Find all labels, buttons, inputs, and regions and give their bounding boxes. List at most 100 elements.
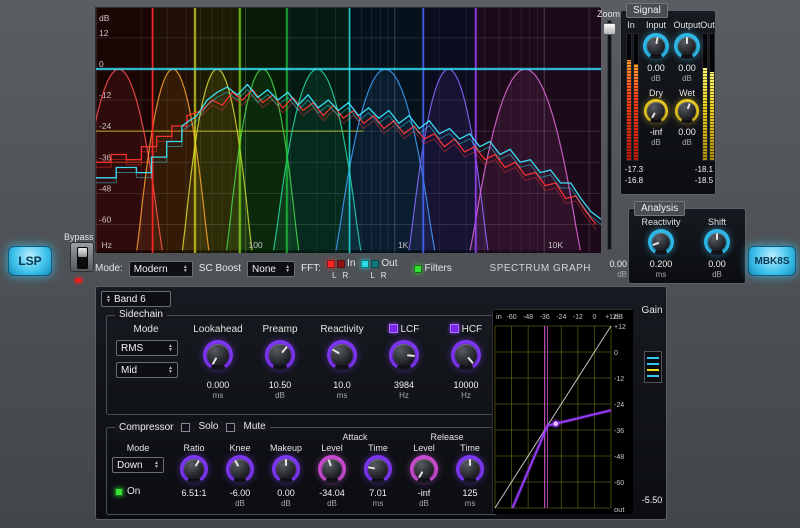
input-meter-left [626,33,632,161]
release-time-knob[interactable] [456,455,484,483]
solo-label: Solo [198,421,218,433]
svg-text:10K: 10K [548,240,563,250]
zoom-slider-handle[interactable] [603,23,616,35]
svg-text:-48: -48 [523,314,533,321]
svg-text:Hz: Hz [102,240,112,250]
input-meter-right [633,33,639,161]
knee-label: Knee [217,442,263,454]
bypass-led [75,278,82,283]
gain-fader-tick [647,357,659,359]
fft-in-left-led[interactable] [327,260,335,268]
band-selector[interactable]: ▲▼ Band 6 [101,291,171,307]
release-level-value: -infdB [401,488,447,508]
signal-panel-tab: Signal [626,3,668,18]
analysis-shift-label: Shift [691,216,743,228]
fft-out-group: Out L R [361,258,397,280]
band-gain-label: Gain [636,305,668,317]
preamp-value: 10.50dB [255,380,305,400]
compressor-group-label: Compressor Solo Mute [115,421,270,433]
compressor-on-label: On [127,486,140,498]
output-gain-value: 0.00dB [672,63,702,83]
compressor-group: Compressor Solo Mute Attack Release Mode… [106,427,498,515]
knee-knob[interactable] [226,455,254,483]
spinner-arrows-icon: ▲▼ [285,265,290,273]
analysis-panel: Analysis Reactivity Shift 0.200ms 0.00dB [628,208,746,284]
compressor-on-group: On [115,486,140,498]
spinner-arrows-icon: ▲▼ [154,461,159,469]
svg-text:-36: -36 [614,428,624,435]
compressor-mode-value: Down [117,460,143,471]
bypass-switch[interactable] [70,242,94,272]
ratio-value: 6.51:1 [171,488,217,499]
spinner-arrows-icon: ▲▼ [168,344,173,352]
sc-boost-select[interactable]: None ▲▼ [247,261,295,277]
fft-in-group: In L R [327,258,355,280]
hcf-value: 10000Hz [441,380,491,400]
compressor-mode-select[interactable]: Down ▲▼ [112,457,164,473]
dry-knob[interactable] [644,99,668,123]
release-level-knob[interactable] [410,455,438,483]
mode-label: Mode: [95,263,123,275]
analysis-reactivity-value: 0.200ms [641,259,681,279]
attack-time-value: 7.01ms [355,488,401,508]
analysis-panel-tab: Analysis [634,201,685,216]
filters-label: Filters [425,263,452,275]
zoom-slider[interactable] [603,20,616,250]
sidechain-reactivity-knob[interactable] [327,340,357,370]
input-meter-readout: -17.3 -16.8 [621,164,647,186]
sidechain-reactivity-value: 10.0ms [317,380,367,400]
spectrum-panel: 120-12-24-36-48-60dBHz1001K10K [95,7,600,252]
mute-checkbox[interactable] [226,423,235,432]
fft-out-lr-label: L R [370,271,388,280]
preamp-knob[interactable] [265,340,295,370]
wet-knob[interactable] [675,99,699,123]
release-level-label: Level [401,442,447,454]
sidechain-source-select[interactable]: Mid ▲▼ [116,362,178,378]
sidechain-group-label: Sidechain [115,309,167,320]
fft-out-left-led[interactable] [361,260,369,268]
wet-value: 0.00dB [672,127,702,147]
in-label: In [621,19,641,31]
solo-checkbox[interactable] [181,423,190,432]
lcf-checkbox[interactable] [389,324,398,333]
attack-level-knob[interactable] [318,455,346,483]
fft-out-right-led[interactable] [371,260,379,268]
gain-fader-tick [647,363,659,365]
attack-time-knob[interactable] [364,455,392,483]
output-gain-knob[interactable] [674,33,700,59]
lookahead-knob[interactable] [203,340,233,370]
spectrum-graph[interactable]: 120-12-24-36-48-60dBHz1001K10K [96,8,601,253]
compressor-on-led[interactable] [115,488,123,496]
input-gain-knob[interactable] [643,33,669,59]
lsp-logo-button[interactable]: LSP [8,246,52,276]
svg-text:dB: dB [99,13,110,23]
fft-in-right-led[interactable] [337,260,345,268]
release-time-label: Time [447,442,493,454]
filters-led[interactable] [414,265,422,273]
svg-text:in: in [496,312,502,321]
svg-text:-36: -36 [540,314,550,321]
band-gain-fader[interactable] [644,351,662,383]
ratio-knob[interactable] [180,455,208,483]
zoom-label: Zoom [597,8,620,20]
out-label: Out [698,19,717,31]
lcf-knob[interactable] [389,340,419,370]
spinner-arrows-icon: ▲▼ [106,295,111,303]
dry-label: Dry [641,87,671,99]
mbk8s-logo-button[interactable]: MBK8S [748,246,796,276]
mode-select[interactable]: Modern ▲▼ [129,261,193,277]
makeup-knob[interactable] [272,455,300,483]
analysis-reactivity-knob[interactable] [648,229,674,255]
svg-text:-24: -24 [614,402,624,409]
lcf-label: LCF [373,324,435,336]
svg-text:dB: dB [614,312,623,321]
sidechain-mode-select[interactable]: RMS ▲▼ [116,340,178,356]
gain-fader-handle[interactable] [647,369,659,371]
hcf-checkbox[interactable] [450,324,459,333]
analysis-reactivity-label: Reactivity [633,216,689,228]
hcf-knob[interactable] [451,340,481,370]
dry-value: -infdB [641,127,671,147]
mute-label: Mute [243,421,265,433]
compression-curve-graph[interactable]: in-60-48-36-24-120+12dB+120-12-24-36-48-… [493,310,633,514]
analysis-shift-knob[interactable] [704,229,730,255]
